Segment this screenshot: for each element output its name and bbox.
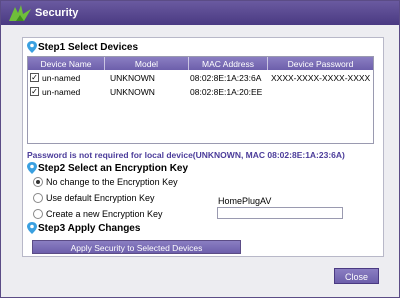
mac-cell: 08:02:8E:1A:23:6A — [190, 73, 262, 83]
radio-label: No change to the Encryption Key — [46, 177, 178, 187]
model-cell: UNKNOWN — [110, 73, 155, 83]
table-row[interactable]: ✓ un-named UNKNOWN 08:02:8E:1A:23:6A XXX… — [28, 71, 373, 85]
column-header-device-name: Device Name — [40, 59, 92, 69]
table-row[interactable]: ✓ un-named UNKNOWN 08:02:8E:1A:20:EE — [28, 85, 373, 99]
logo-icon — [9, 5, 31, 21]
radio-button[interactable] — [33, 193, 43, 203]
radio-label: Use default Encryption Key — [46, 193, 155, 203]
radio-button[interactable] — [33, 209, 43, 219]
default-key-value: HomePlugAV — [218, 196, 272, 206]
step1-pin-icon — [27, 41, 37, 53]
step3-heading: Step3 Apply Changes — [38, 223, 141, 234]
device-name-cell: un-named — [42, 73, 81, 83]
close-button[interactable]: Close — [334, 268, 379, 284]
step2-heading: Step2 Select an Encryption Key — [38, 163, 189, 174]
radio-button[interactable] — [33, 177, 43, 187]
table-header: Device Name Model MAC Address Device Pas… — [28, 57, 373, 70]
password-cell: XXXX-XXXX-XXXX-XXXX — [271, 73, 371, 83]
model-cell: UNKNOWN — [110, 87, 155, 97]
device-name-cell: un-named — [42, 87, 81, 97]
column-header-password: Device Password — [287, 59, 354, 69]
title-bar: Security — [1, 1, 399, 25]
apply-security-button[interactable]: Apply Security to Selected Devices — [32, 240, 241, 254]
column-header-mac: MAC Address — [202, 59, 254, 69]
new-key-input[interactable] — [217, 207, 343, 219]
device-table: Device Name Model MAC Address Device Pas… — [27, 56, 374, 144]
local-device-note: Password is not required for local devic… — [27, 150, 345, 160]
window-title: Security — [35, 7, 79, 19]
row-checkbox[interactable]: ✓ — [30, 73, 39, 82]
column-header-model: Model — [134, 59, 159, 69]
step3-pin-icon — [27, 222, 37, 234]
mac-cell: 08:02:8E:1A:20:EE — [190, 87, 263, 97]
row-checkbox[interactable]: ✓ — [30, 87, 39, 96]
radio-label: Create a new Encryption Key — [46, 209, 163, 219]
step1-heading: Step1 Select Devices — [38, 42, 139, 53]
security-dialog: Security Step1 Select Devices Device Nam… — [0, 0, 400, 298]
step2-pin-icon — [27, 162, 37, 174]
